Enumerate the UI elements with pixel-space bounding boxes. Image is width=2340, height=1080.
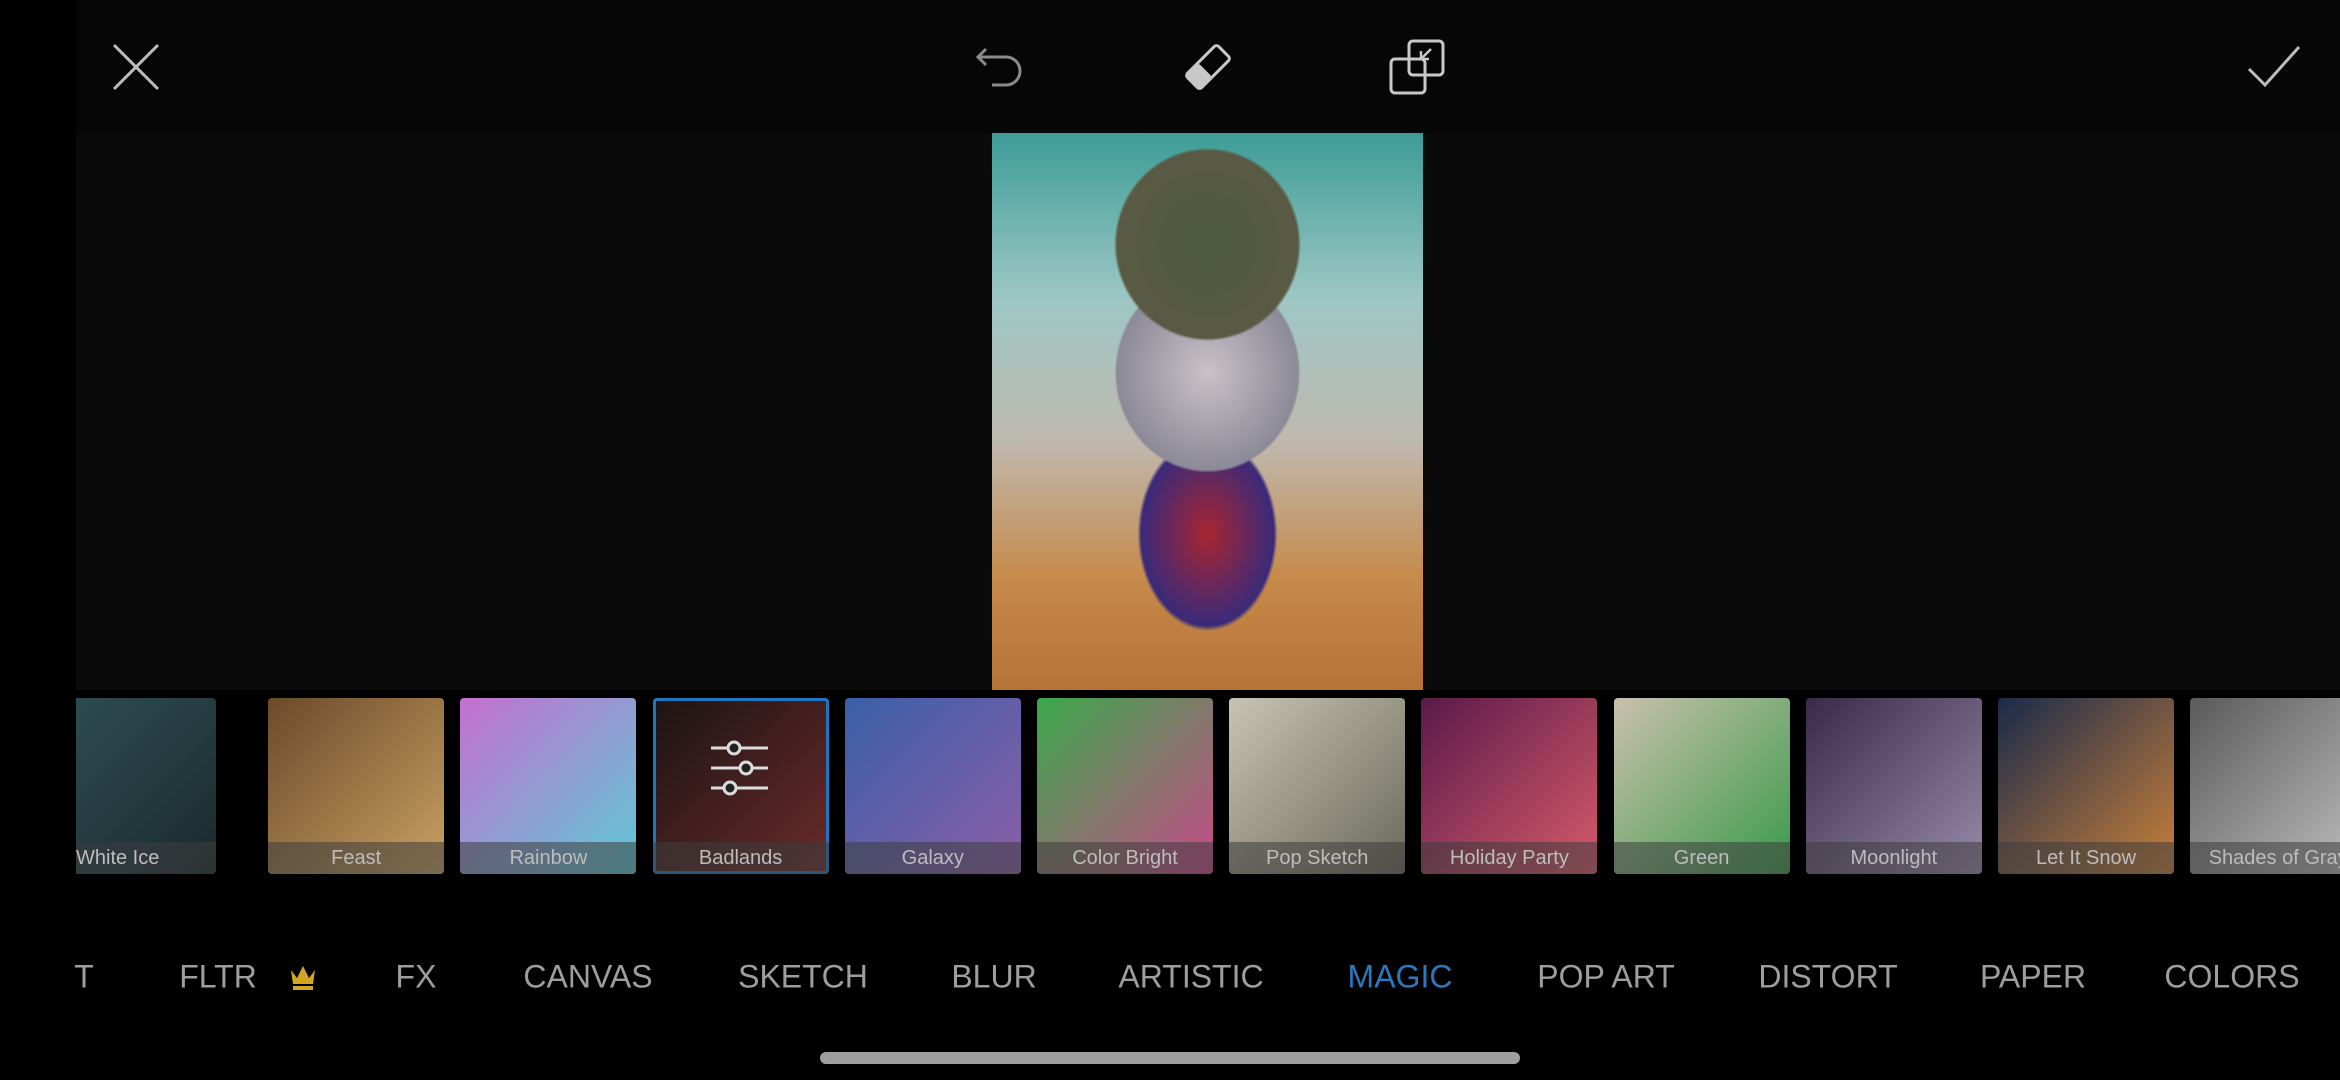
- check-icon[interactable]: [2243, 37, 2303, 97]
- home-indicator[interactable]: [820, 1052, 1520, 1064]
- effect-label: Shades of Gray: [2190, 842, 2340, 874]
- effect-label: Galaxy: [844, 842, 1021, 874]
- effect-thumbnail-holiday-party[interactable]: Holiday Party: [1421, 698, 1598, 874]
- effect-label: Badlands: [652, 842, 829, 874]
- tab-canvas[interactable]: CANVAS: [523, 959, 652, 996]
- tab-sketch[interactable]: SKETCH: [738, 959, 868, 996]
- tab-colors[interactable]: COLORS: [2164, 959, 2299, 996]
- effect-thumbnail-badlands[interactable]: Badlands: [652, 698, 829, 874]
- close-icon[interactable]: [106, 37, 166, 97]
- tab-pop-art[interactable]: POP ART: [1537, 959, 1675, 996]
- adjust-settings-icon[interactable]: [706, 733, 776, 803]
- effect-thumbnails: White Ice Feast Rainbow Badlands Galaxy Color…: [0, 698, 2340, 874]
- tab-t[interactable]: T: [74, 959, 94, 996]
- effect-thumbnail-rainbow[interactable]: Rainbow: [460, 698, 637, 874]
- effect-label: Let It Snow: [1998, 842, 2174, 874]
- tab-blur[interactable]: BLUR: [951, 959, 1036, 996]
- effect-label: Holiday Party: [1421, 842, 1598, 874]
- effect-thumbnail-galaxy[interactable]: Galaxy: [844, 698, 1021, 874]
- tab-fltr[interactable]: FLTR: [179, 959, 257, 996]
- tab-distort[interactable]: DISTORT: [1758, 959, 1897, 996]
- photo-preview: [992, 133, 1423, 690]
- effect-label: Feast: [268, 842, 445, 874]
- effect-label: Moonlight: [1805, 842, 1982, 874]
- effect-thumbnail-green[interactable]: Green: [1613, 698, 1790, 874]
- effect-thumbnail-shades-of-gray[interactable]: Shades of Gray: [2190, 698, 2340, 874]
- tab-artistic[interactable]: ARTISTIC: [1118, 959, 1263, 996]
- effect-thumbnail-moonlight[interactable]: Moonlight: [1805, 698, 1982, 874]
- effect-label: Color Bright: [1037, 842, 1213, 874]
- left-edge: [0, 698, 76, 874]
- tab-magic[interactable]: MAGIC: [1348, 959, 1453, 996]
- crown-icon: [291, 966, 315, 990]
- effect-thumbnail-feast[interactable]: Feast: [268, 698, 445, 874]
- effect-label: Pop Sketch: [1229, 842, 1406, 874]
- effect-label: Green: [1613, 842, 1790, 874]
- undo-icon[interactable]: [968, 37, 1028, 97]
- compare-icon[interactable]: [1387, 37, 1447, 97]
- tab-paper[interactable]: PAPER: [1980, 959, 2086, 996]
- tab-fx[interactable]: FX: [396, 959, 437, 996]
- effect-thumbnail-color-bright[interactable]: Color Bright: [1037, 698, 1213, 874]
- effect-thumbnail-pop-sketch[interactable]: Pop Sketch: [1229, 698, 1406, 874]
- effect-label: Rainbow: [460, 842, 637, 874]
- eraser-icon[interactable]: [1178, 37, 1238, 97]
- effect-thumbnail-let-it-snow[interactable]: Let It Snow: [1998, 698, 2174, 874]
